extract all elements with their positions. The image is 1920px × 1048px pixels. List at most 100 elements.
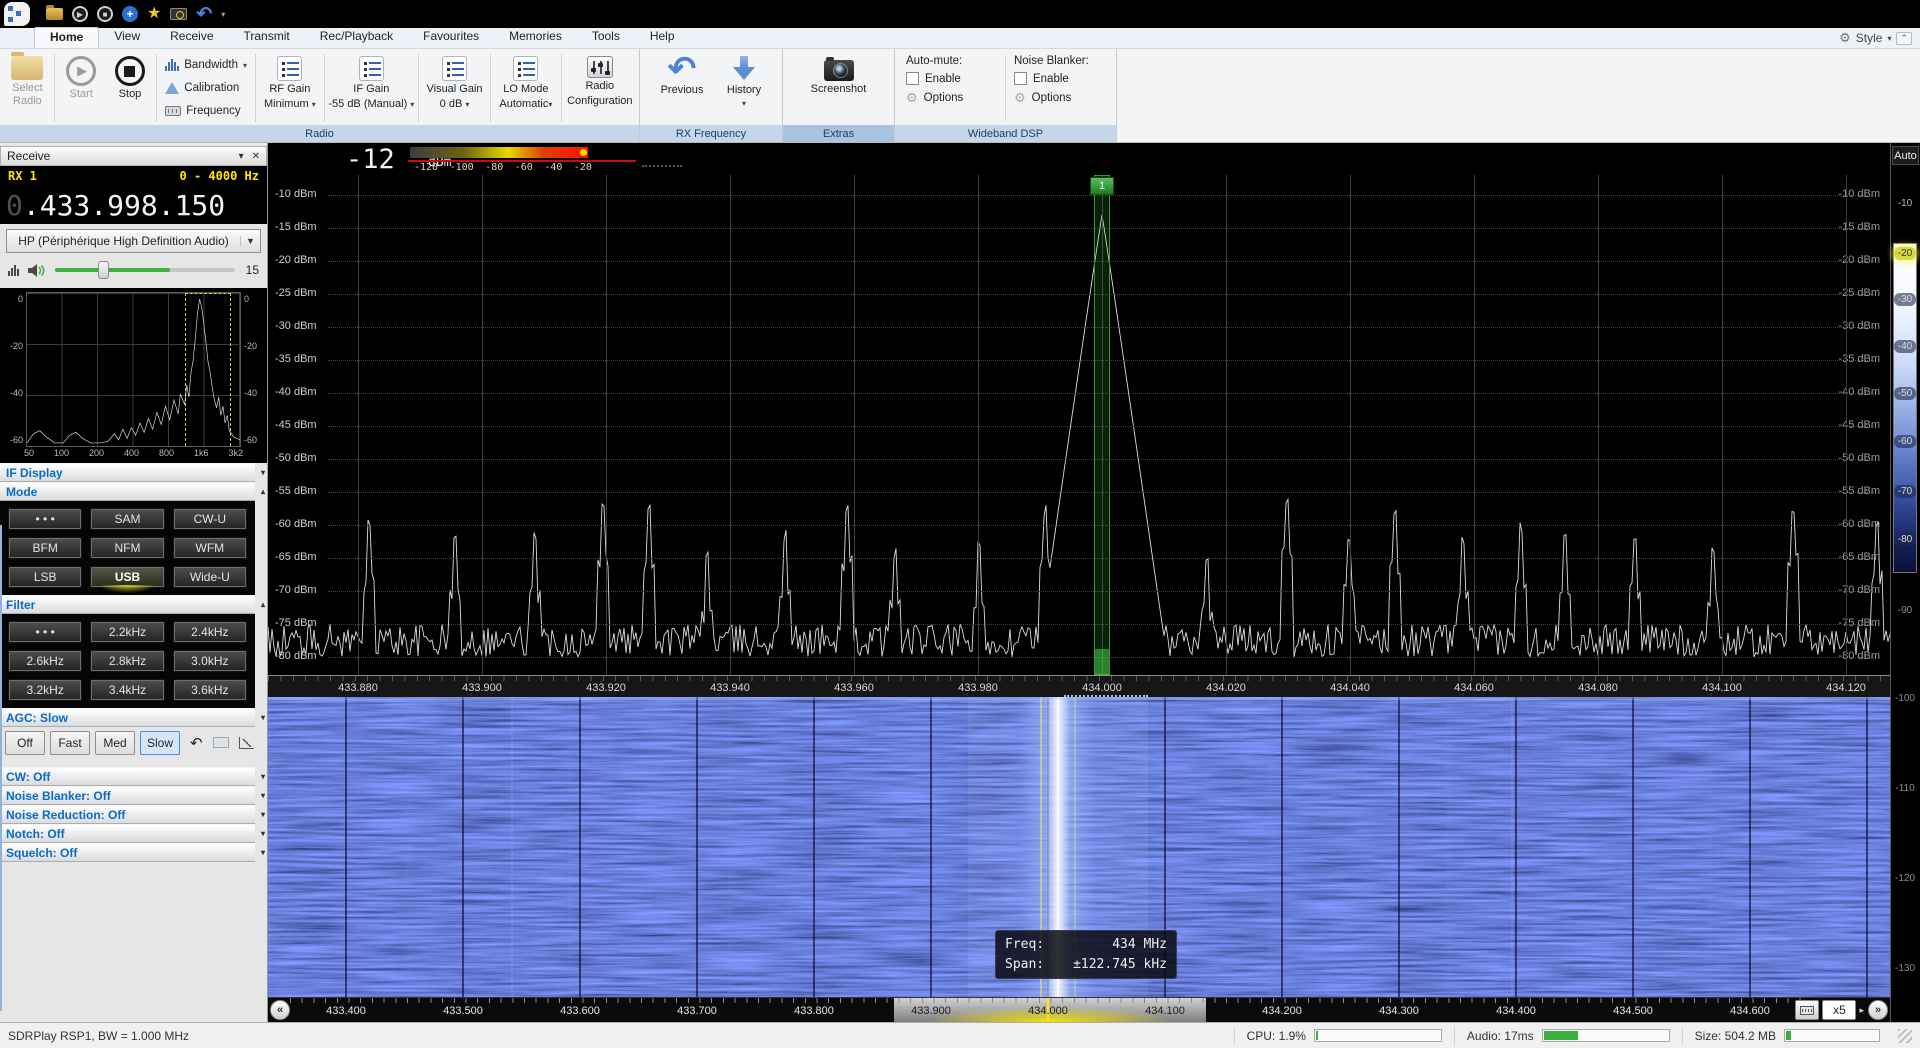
ribbon-tab[interactable]: Transmit [229,27,305,48]
radio-configuration-button[interactable]: Radio Configuration [564,51,636,125]
ribbon-tab[interactable]: Memories [494,27,577,48]
mode-button[interactable]: USB [90,566,164,588]
rx-marker-flag[interactable]: 1 [1090,177,1114,195]
favourite-star-icon[interactable]: ★ [147,6,161,22]
start-button[interactable]: ▶ Start [57,51,106,125]
app-icon[interactable] [4,2,30,26]
waterfall-frequency-axis[interactable]: x5 ▸ 433.400433.500433.600433.700433.800… [268,997,1890,1022]
section-if-display[interactable]: IF Display▾ [0,463,255,482]
mode-button[interactable]: Wide-U [173,566,247,588]
section-noise-blanker[interactable]: Noise Blanker: Off▾ [0,786,255,805]
ribbon-tab[interactable]: Receive [155,27,228,48]
filter-button[interactable]: 2.6kHz [8,650,82,672]
screenshot-button[interactable]: Screenshot [799,51,879,125]
ribbon-tab[interactable]: Favourites [408,27,494,48]
audio-spectrum-plot[interactable] [26,292,241,447]
rx-marker[interactable] [1094,175,1110,675]
previous-button[interactable]: ↶ Previous [651,51,713,125]
chart-icon[interactable] [239,737,254,749]
volume-slider-handle[interactable] [98,261,109,279]
open-folder-icon[interactable] [46,8,63,20]
if-gain-button[interactable]: IF Gain -55 dB (Manual) ▾ [327,51,416,125]
envelope-icon[interactable] [213,737,229,748]
automute-options-button[interactable]: ⚙Options [906,90,997,106]
visual-gain-button[interactable]: Visual Gain 0 dB ▾ [421,51,488,125]
rf-gain-button[interactable]: RF Gain Minimum ▾ [258,51,322,125]
section-squelch[interactable]: Squelch: Off▾ [0,843,255,862]
zoom-more-icon[interactable]: ▸ [1859,1005,1864,1016]
mode-button[interactable]: WFM [173,537,247,559]
filter-button[interactable]: 3.0kHz [173,650,247,672]
mode-button[interactable]: BFM [8,537,82,559]
style-icon[interactable]: ⚙ [1839,30,1851,46]
close-icon[interactable]: ✕ [252,151,260,162]
ribbon-tab[interactable]: Tools [577,27,635,48]
automute-enable-checkbox[interactable]: Enable [906,72,997,85]
noise-blanker-enable-checkbox[interactable]: Enable [1014,72,1105,85]
filter-button[interactable]: 3.6kHz [173,679,247,701]
agc-button[interactable]: Off [5,731,45,755]
minimize-ribbon-icon[interactable]: ⌃ [1896,32,1912,45]
waterfall-display[interactable]: Freq:434 MHz Span:±122.745 kHz [268,697,1890,997]
filter-button[interactable]: 3.2kHz [8,679,82,701]
equalizer-icon[interactable] [8,265,19,276]
toolbar-overflow-icon[interactable]: ▾ [221,10,225,19]
mode-button[interactable]: SAM [90,508,164,530]
ribbon-tab[interactable]: Home [34,27,99,48]
lo-mode-button[interactable]: LO Mode Automatic▾ [493,51,559,125]
mode-button[interactable]: CW-U [173,508,247,530]
section-filter[interactable]: Filter▴ [0,595,255,614]
section-mode[interactable]: Mode▴ [0,482,255,501]
calibration-button[interactable]: Calibration [165,82,247,94]
frequency-display[interactable]: 0.433.998.150 [0,186,267,224]
keyboard-entry-button[interactable] [1795,1000,1819,1020]
scroll-right-button[interactable] [1868,1000,1888,1020]
mode-button[interactable]: • • • [8,508,82,530]
auto-scale-button[interactable]: Auto [1892,146,1919,165]
filter-button[interactable]: • • • [8,621,82,643]
filter-button[interactable]: 2.8kHz [90,650,164,672]
db-axis-label: -80 dBm [275,650,317,662]
undo-icon[interactable]: ↶ [196,5,212,24]
receive-panel-header[interactable]: Receive ▾ ✕ [0,146,267,166]
speaker-icon[interactable] [27,263,47,278]
zoom-button[interactable]: x5 [1822,1000,1856,1020]
waterfall-scale-column[interactable]: Auto -10-20-30-40-50-60-70-80-90-100-110… [1890,143,1920,1022]
volume-slider[interactable] [55,261,235,279]
undo-icon[interactable]: ↶ [190,734,203,752]
noise-blanker-options-button[interactable]: ⚙Options [1014,90,1105,106]
audio-device-select[interactable]: HP (Périphérique High Definition Audio) … [6,229,261,253]
filter-button[interactable]: 3.4kHz [90,679,164,701]
section-noise-reduction[interactable]: Noise Reduction: Off▾ [0,805,255,824]
ribbon-tab[interactable]: View [99,27,155,48]
section-cw[interactable]: CW: Off▾ [0,767,255,786]
screenshot-icon[interactable] [170,8,187,20]
stop-button[interactable]: Stop [106,51,155,125]
section-notch[interactable]: Notch: Off▾ [0,824,255,843]
db-axis-label-right: -55 dBm [1838,485,1880,497]
frequency-button[interactable]: Frequency [165,105,247,117]
agc-button[interactable]: Slow [140,731,180,755]
chevron-down-icon[interactable]: ▾ [239,151,244,162]
stop-icon[interactable]: ■ [97,6,113,22]
scroll-left-button[interactable] [270,1000,290,1020]
ribbon-tab[interactable]: Rec/Playback [305,27,408,48]
bandwidth-button[interactable]: Bandwidth▾ [165,59,247,71]
ribbon-tab[interactable]: Help [635,27,690,48]
section-agc[interactable]: AGC: Slow▾ [0,708,255,727]
freq-axis-label: 433.960 [834,682,874,694]
play-icon[interactable]: ▶ [72,6,88,22]
history-button[interactable]: History ▾ [717,51,771,125]
spectrum-frequency-axis[interactable]: 433.880433.900433.920433.940433.960433.9… [268,675,1890,697]
filter-button[interactable]: 2.4kHz [173,621,247,643]
add-icon[interactable]: + [122,6,138,22]
spectrum-display[interactable]: -10 dBm-10 dBm-15 dBm-15 dBm-20 dBm-20 d… [268,175,1890,675]
style-chevron-icon[interactable]: ▾ [1887,34,1891,43]
agc-button[interactable]: Med [95,731,135,755]
style-label[interactable]: Style [1856,31,1883,45]
mode-button[interactable]: LSB [8,566,82,588]
select-radio-button[interactable]: Select Radio [3,51,52,125]
mode-button[interactable]: NFM [90,537,164,559]
agc-button[interactable]: Fast [50,731,90,755]
filter-button[interactable]: 2.2kHz [90,621,164,643]
